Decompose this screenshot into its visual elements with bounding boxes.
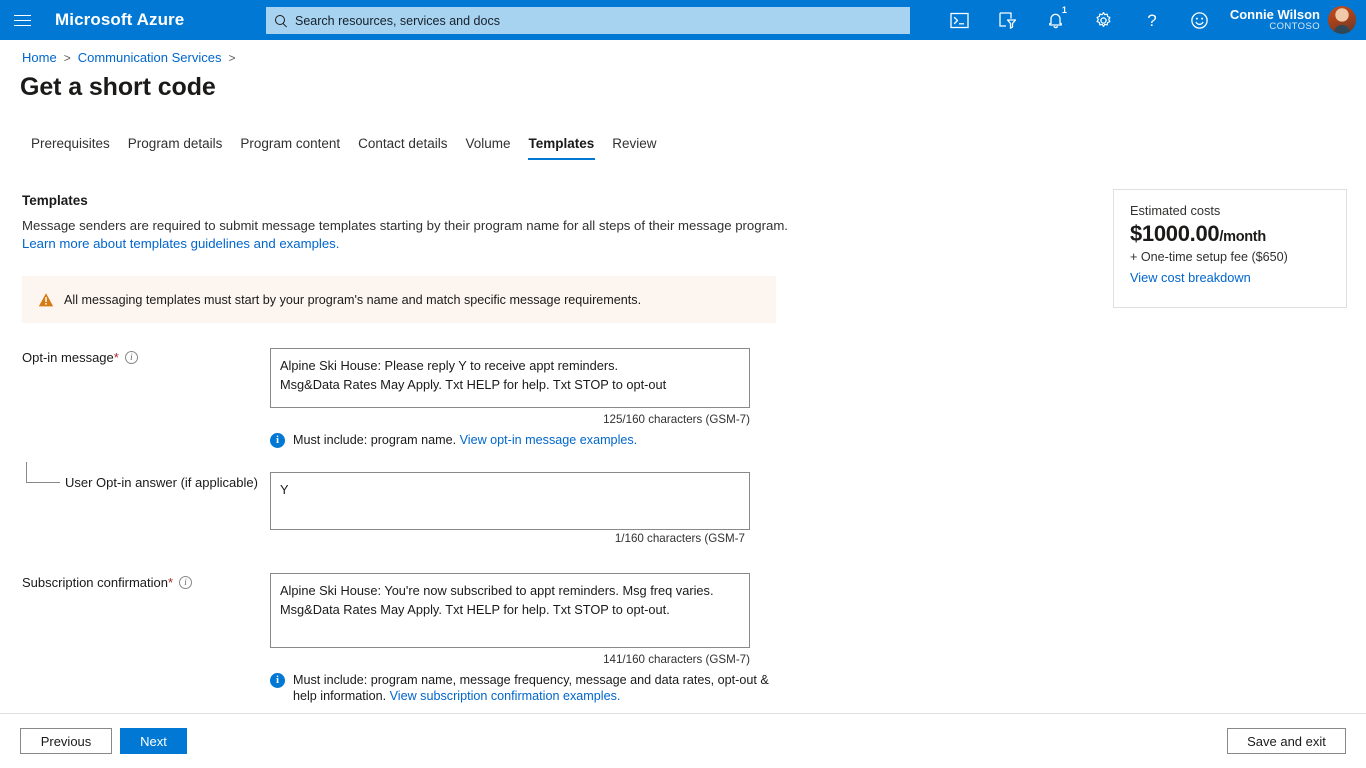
view-cost-breakdown-link[interactable]: View cost breakdown xyxy=(1130,270,1251,285)
wizard-footer-bar: Previous Next Save and exit xyxy=(0,713,1366,768)
warning-banner: All messaging templates must start by yo… xyxy=(22,276,776,323)
user-org: CONTOSO xyxy=(1269,22,1320,32)
user-name: Connie Wilson xyxy=(1230,8,1320,22)
warning-banner-text: All messaging templates must start by yo… xyxy=(64,293,641,307)
view-optin-message-examples-link[interactable]: View opt-in message examples. xyxy=(460,433,638,447)
section-description-text: Message senders are required to submit m… xyxy=(22,218,788,233)
user-optin-answer-label-text: User Opt-in answer (if applicable) xyxy=(65,475,258,490)
user-optin-answer-character-counter: 1/160 characters (GSM-7 xyxy=(490,532,745,545)
info-outline-icon[interactable]: i xyxy=(125,351,138,364)
warning-triangle-icon xyxy=(38,292,54,308)
tab-program-content[interactable]: Program content xyxy=(231,136,349,160)
learn-more-templates-link[interactable]: Learn more about templates guidelines an… xyxy=(22,236,339,251)
subscription-confirmation-hint: i Must include: program name, message fr… xyxy=(270,672,770,704)
optin-message-label-text: Opt-in message* xyxy=(22,350,119,365)
subscription-confirmation-hint-body: Must include: program name, message freq… xyxy=(293,672,770,704)
chevron-right-icon: > xyxy=(228,51,235,65)
svg-text:?: ? xyxy=(1147,11,1156,30)
subscription-confirmation-label-text: Subscription confirmation* xyxy=(22,575,173,590)
optin-message-character-counter: 125/160 characters (GSM-7) xyxy=(490,413,750,426)
search-icon xyxy=(274,14,288,28)
tab-contact-details[interactable]: Contact details xyxy=(349,136,456,160)
info-filled-icon: i xyxy=(270,433,285,448)
search-input-placeholder: Search resources, services and docs xyxy=(295,14,500,28)
tab-review[interactable]: Review xyxy=(603,136,665,160)
subscription-confirmation-label: Subscription confirmation* i xyxy=(22,575,192,590)
user-optin-answer-input[interactable] xyxy=(270,472,750,530)
optin-message-label: Opt-in message* i xyxy=(22,350,138,365)
user-identity: Connie Wilson CONTOSO xyxy=(1230,8,1320,33)
breadcrumb-item-communication-services[interactable]: Communication Services xyxy=(78,50,222,65)
hamburger-line xyxy=(14,15,31,16)
avatar[interactable] xyxy=(1328,6,1356,34)
required-asterisk: * xyxy=(168,575,173,590)
user-optin-answer-label: User Opt-in answer (if applicable) xyxy=(65,475,258,490)
info-filled-icon: i xyxy=(270,673,285,688)
required-asterisk: * xyxy=(114,350,119,365)
subscription-confirmation-character-counter: 141/160 characters (GSM-7) xyxy=(490,653,750,666)
save-and-exit-button[interactable]: Save and exit xyxy=(1227,728,1346,754)
nested-field-connector xyxy=(26,462,60,483)
brand-title[interactable]: Microsoft Azure xyxy=(55,10,184,30)
notification-count-badge: 1 xyxy=(1062,6,1067,15)
tab-program-details[interactable]: Program details xyxy=(119,136,232,160)
price-amount: $1000.00 xyxy=(1130,221,1219,246)
hamburger-line xyxy=(14,20,31,21)
cloud-shell-icon[interactable] xyxy=(936,0,984,40)
previous-button[interactable]: Previous xyxy=(20,728,112,754)
global-search-box[interactable]: Search resources, services and docs xyxy=(266,7,910,34)
next-button[interactable]: Next xyxy=(120,728,187,754)
optin-message-hint-text: Must include: program name. xyxy=(293,433,456,447)
hamburger-menu-icon[interactable] xyxy=(0,0,44,40)
breadcrumb: Home > Communication Services > xyxy=(22,50,236,65)
wizard-tab-bar: Prerequisites Program details Program co… xyxy=(22,136,666,160)
subscription-confirmation-input[interactable] xyxy=(270,573,750,648)
chevron-right-icon: > xyxy=(64,51,71,65)
section-description: Message senders are required to submit m… xyxy=(22,217,792,253)
tab-templates[interactable]: Templates xyxy=(520,136,604,160)
feedback-smiley-icon[interactable] xyxy=(1176,0,1224,40)
estimated-costs-price: $1000.00/month xyxy=(1130,221,1330,247)
settings-gear-icon[interactable] xyxy=(1080,0,1128,40)
notifications-bell-icon[interactable]: 1 xyxy=(1032,0,1080,40)
breadcrumb-item-home[interactable]: Home xyxy=(22,50,57,65)
info-outline-icon[interactable]: i xyxy=(179,576,192,589)
view-subscription-confirmation-examples-link[interactable]: View subscription confirmation examples. xyxy=(390,689,621,703)
price-period: /month xyxy=(1219,229,1266,245)
top-bar-icon-group: 1 ? Connie Wilson CONTOSO xyxy=(936,0,1366,40)
azure-top-navigation-bar: Microsoft Azure Search resources, servic… xyxy=(0,0,1366,40)
tab-prerequisites[interactable]: Prerequisites xyxy=(22,136,119,160)
optin-message-hint: i Must include: program name. View opt-i… xyxy=(270,432,770,448)
directories-filter-icon[interactable] xyxy=(984,0,1032,40)
user-account-menu[interactable]: Connie Wilson CONTOSO xyxy=(1224,0,1366,40)
help-question-icon[interactable]: ? xyxy=(1128,0,1176,40)
hamburger-line xyxy=(14,25,31,26)
tab-volume[interactable]: Volume xyxy=(456,136,519,160)
optin-message-input[interactable] xyxy=(270,348,750,408)
section-heading: Templates xyxy=(22,193,88,208)
optin-message-hint-body: Must include: program name. View opt-in … xyxy=(293,432,637,448)
estimated-costs-title: Estimated costs xyxy=(1130,203,1330,218)
estimated-costs-card: Estimated costs $1000.00/month + One-tim… xyxy=(1113,189,1347,308)
page-title: Get a short code xyxy=(20,73,216,102)
setup-fee-text: + One-time setup fee ($650) xyxy=(1130,250,1330,264)
